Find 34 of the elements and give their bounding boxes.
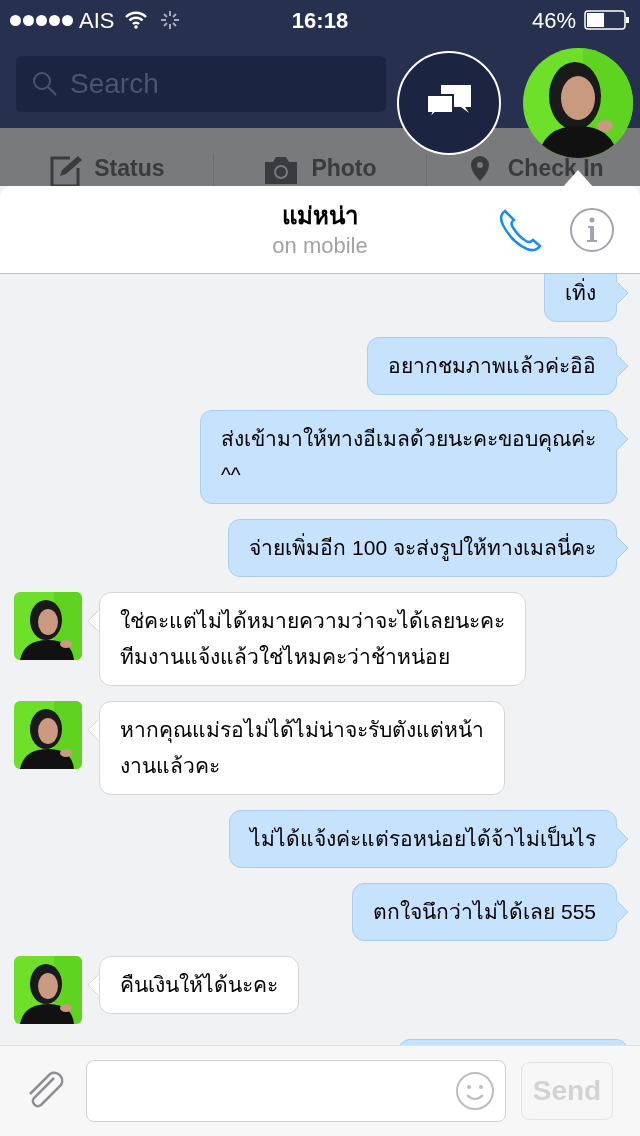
battery-percent: 46% [531, 6, 576, 35]
action-label[interactable]: Status [94, 154, 165, 182]
battery-icon [584, 10, 630, 30]
message-bubble: ไม่ได้แจ้งค่ะแต่รอหน่อยได้จ้าไม่เป็นไร [229, 810, 617, 868]
carrier-name: AIS [79, 6, 115, 35]
signal-icon [10, 14, 73, 26]
info-icon[interactable] [569, 207, 615, 253]
message-bubble: อยากชมภาพแล้วค่ะอิอิ [367, 337, 617, 395]
bubble-tail [616, 354, 628, 378]
bubble-tail [616, 536, 628, 560]
loading-icon [160, 10, 181, 30]
bubble-tail [88, 718, 100, 742]
clock-time: 16:18 [291, 6, 349, 35]
bubble-tail [616, 427, 628, 451]
smiley-icon[interactable] [455, 1071, 495, 1111]
chat-title: แม่หน่า [282, 200, 358, 231]
chat-subtitle: on mobile [272, 231, 368, 260]
bubble-tail [616, 281, 628, 305]
wifi-icon [124, 11, 149, 29]
action-label[interactable]: Photo [311, 154, 377, 182]
edit-icon [48, 154, 83, 188]
message-bubble: จ่ายเพิ่มอีก 100 จะส่งรูปให้ทางเมลนี่คะ [228, 519, 617, 577]
bubble-tail [616, 827, 628, 851]
message-bubble: ตกใจนึกว่าไม่ได้เลย 555 [352, 883, 617, 941]
action-label[interactable]: Check In [507, 154, 604, 182]
bubble-tail [88, 609, 100, 633]
message-input[interactable] [86, 1060, 506, 1122]
message-bubble: คืนเงินให้ได้นะคะ [99, 956, 299, 1014]
message-bubble: ใช่คะแต่ไม่ได้หมายความว่าจะได้เลยนะคะ ทีมงานแจ้งแล้วใช่ไหมคะว่าช้าหน่อย [99, 592, 526, 686]
message-bubble: ส่งเข้ามาให้ทางอีเมลด้วยนะคะขอบคุณค่ะ ^^ [200, 410, 617, 504]
message-bubble: หากคุณแม่รอไม่ได้ไม่น่าจะรับตังแต่หน้า งานแล้วคะ [99, 701, 505, 795]
bubble-tail [88, 973, 100, 997]
search-icon [32, 71, 58, 97]
bubble-tail [616, 900, 628, 924]
